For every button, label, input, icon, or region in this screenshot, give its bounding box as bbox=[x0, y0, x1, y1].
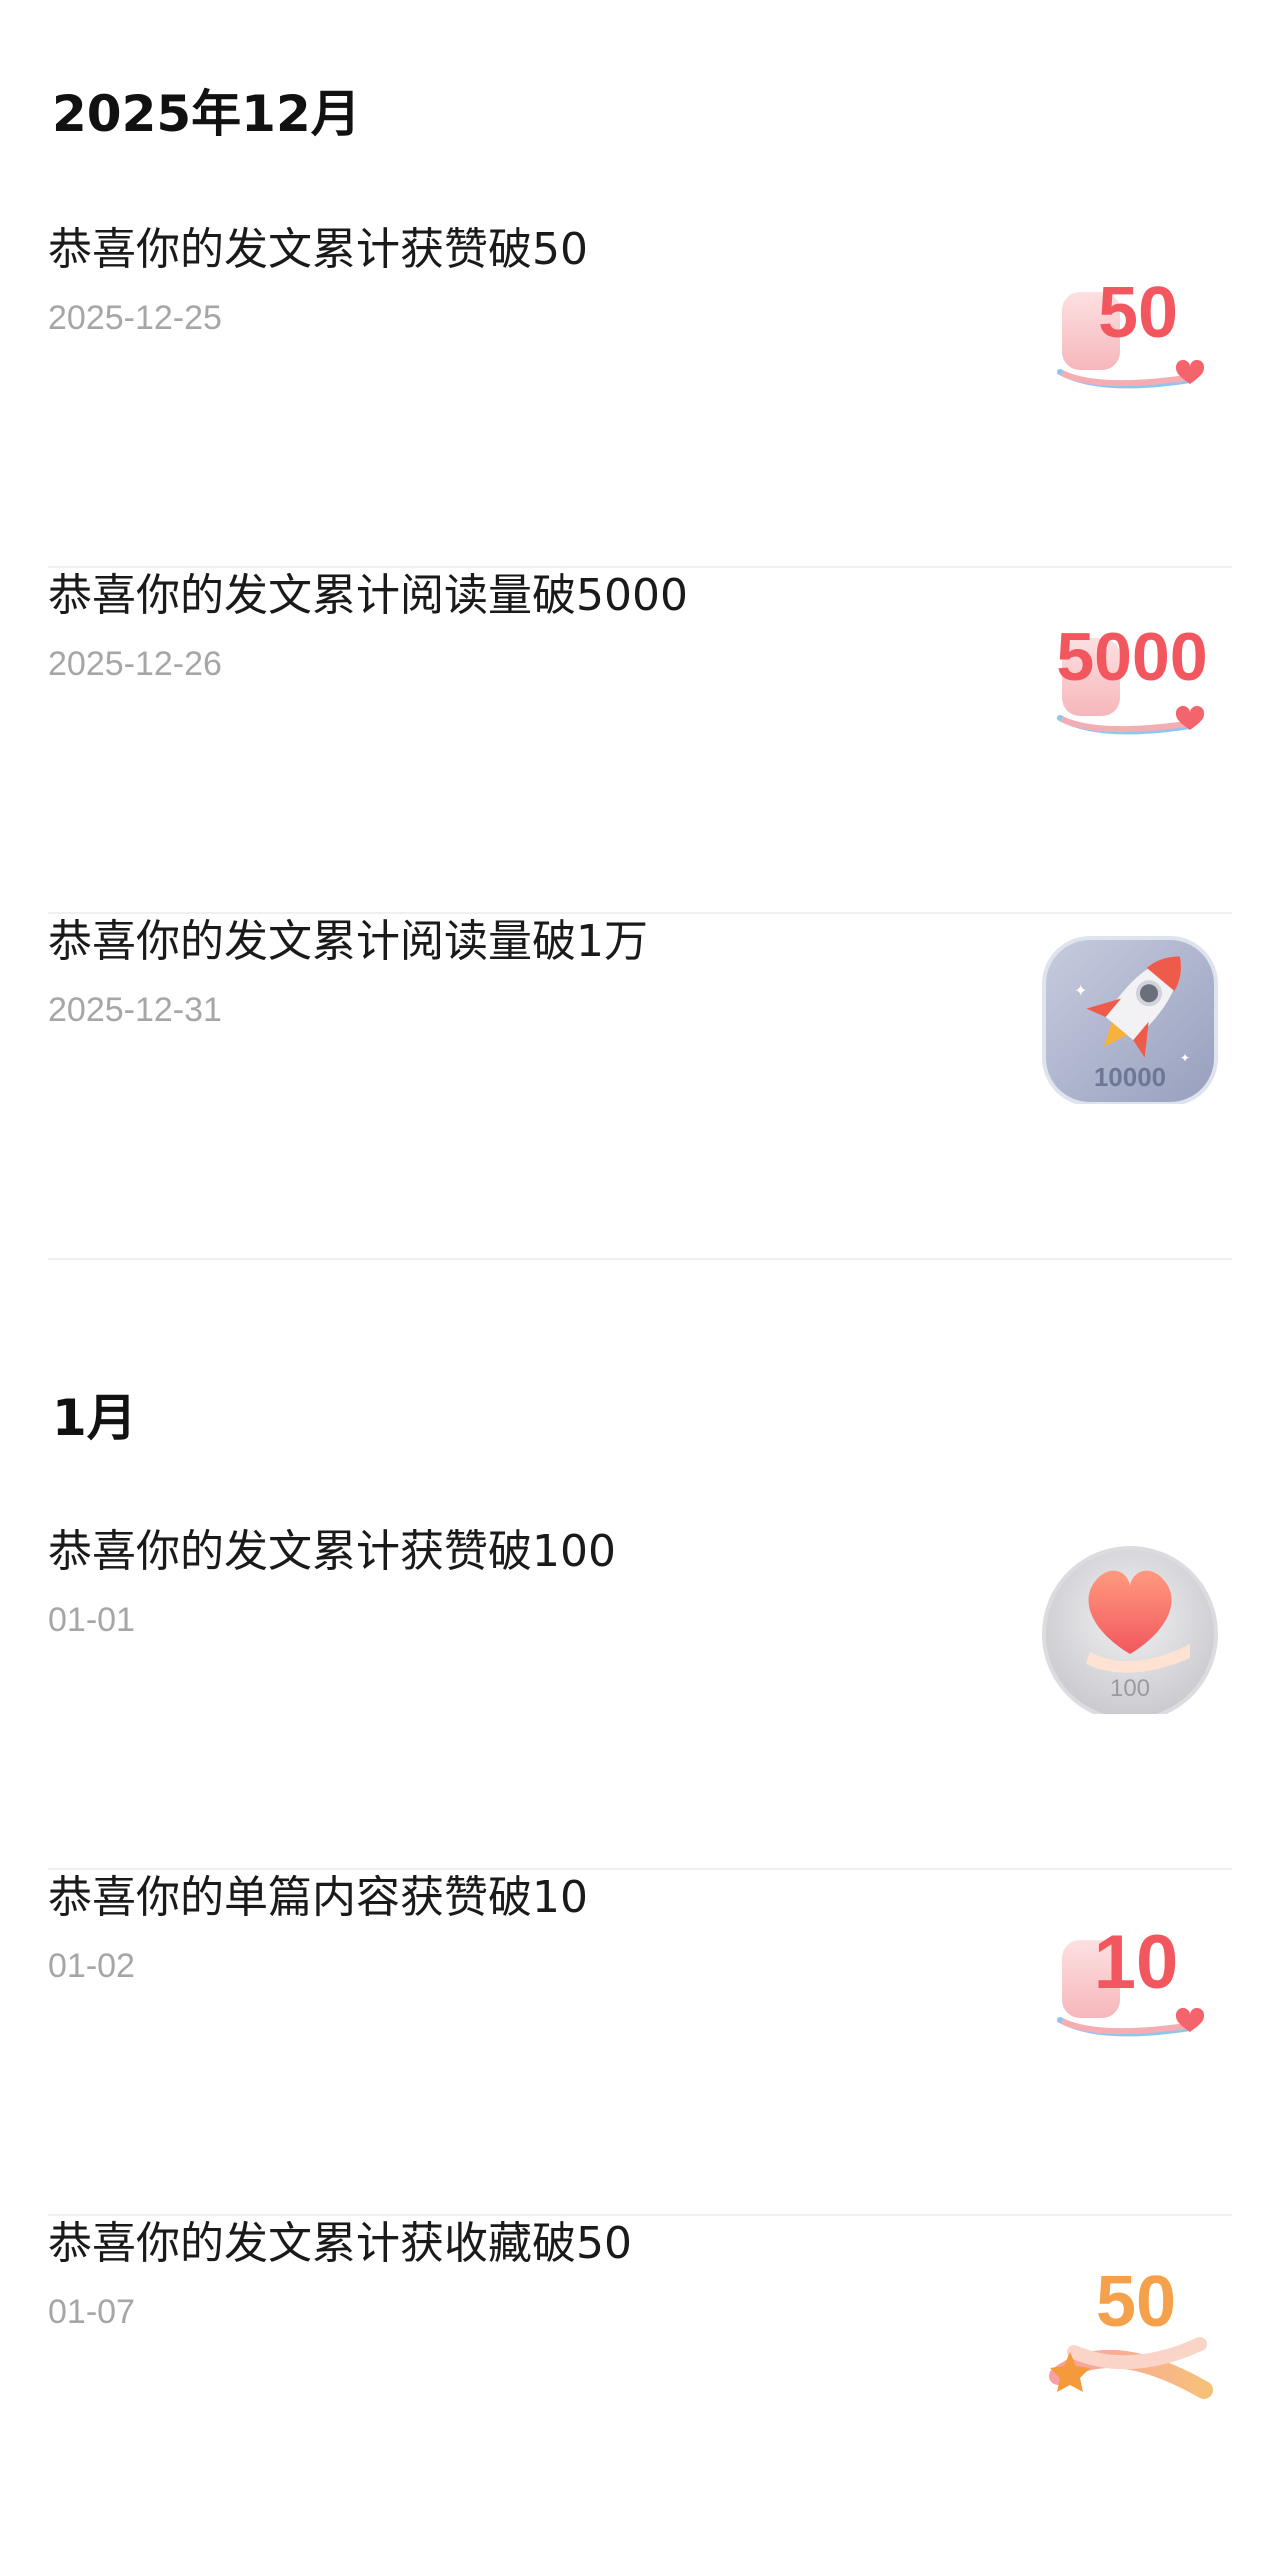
achievement-date: 2025-12-26 bbox=[48, 645, 222, 683]
achievement-date: 01-02 bbox=[48, 1947, 135, 1985]
achievement-item[interactable]: 恭喜你的单篇内容获赞破10 01-02 10 bbox=[48, 1870, 1232, 2216]
achievement-title: 恭喜你的发文累计获赞破100 bbox=[48, 1526, 616, 1577]
svg-text:✦: ✦ bbox=[1074, 981, 1087, 1000]
favorites-milestone-icon: 50 bbox=[1040, 2226, 1220, 2406]
likes-milestone-icon: 10 bbox=[1040, 1880, 1220, 2060]
achievement-date: 2025-12-25 bbox=[48, 299, 222, 337]
heart-hand-medal-icon: 100 bbox=[1040, 1534, 1220, 1714]
achievement-title: 恭喜你的发文累计获收藏破50 bbox=[48, 2218, 632, 2269]
badge-number: 100 bbox=[1110, 1675, 1150, 1702]
month-section-01: 1月 恭喜你的发文累计获赞破100 01-01 100 恭喜你的单篇内容获赞破1… bbox=[0, 1260, 1280, 2562]
achievement-item[interactable]: 恭喜你的发文累计获收藏破50 01-07 50 bbox=[48, 2216, 1232, 2562]
section-title: 2025年12月 bbox=[52, 85, 361, 143]
badge-number: 50 bbox=[1098, 273, 1178, 353]
achievement-title: 恭喜你的单篇内容获赞破10 bbox=[48, 1872, 588, 1923]
achievement-title: 恭喜你的发文累计阅读量破1万 bbox=[48, 916, 648, 967]
reads-milestone-icon: 5000 bbox=[1040, 578, 1220, 758]
achievement-item[interactable]: 恭喜你的发文累计获赞破100 01-01 100 bbox=[48, 1524, 1232, 1870]
svg-text:✦: ✦ bbox=[1180, 1051, 1190, 1065]
achievement-date: 01-07 bbox=[48, 2293, 135, 2331]
rocket-medal-icon: ✦ ✦ 10000 bbox=[1040, 924, 1220, 1104]
section-title: 1月 bbox=[52, 1389, 137, 1447]
achievement-title: 恭喜你的发文累计获赞破50 bbox=[48, 224, 588, 275]
badge-number: 5000 bbox=[1056, 619, 1207, 695]
badge-number: 50 bbox=[1096, 2262, 1176, 2342]
likes-milestone-icon: 50 bbox=[1040, 232, 1220, 412]
month-section-2025-12: 2025年12月 恭喜你的发文累计获赞破50 2025-12-25 50 恭喜你… bbox=[0, 0, 1280, 1260]
achievement-date: 2025-12-31 bbox=[48, 991, 222, 1029]
achievement-item[interactable]: 恭喜你的发文累计阅读量破5000 2025-12-26 5000 bbox=[48, 568, 1232, 914]
achievement-title: 恭喜你的发文累计阅读量破5000 bbox=[48, 570, 688, 621]
achievement-item[interactable]: 恭喜你的发文累计获赞破50 2025-12-25 50 bbox=[48, 222, 1232, 568]
badge-number: 10000 bbox=[1094, 1062, 1166, 1092]
achievement-item[interactable]: 恭喜你的发文累计阅读量破1万 2025-12-31 ✦ ✦ 10000 bbox=[48, 914, 1232, 1260]
badge-number: 10 bbox=[1094, 1920, 1179, 2005]
achievement-date: 01-01 bbox=[48, 1601, 135, 1639]
